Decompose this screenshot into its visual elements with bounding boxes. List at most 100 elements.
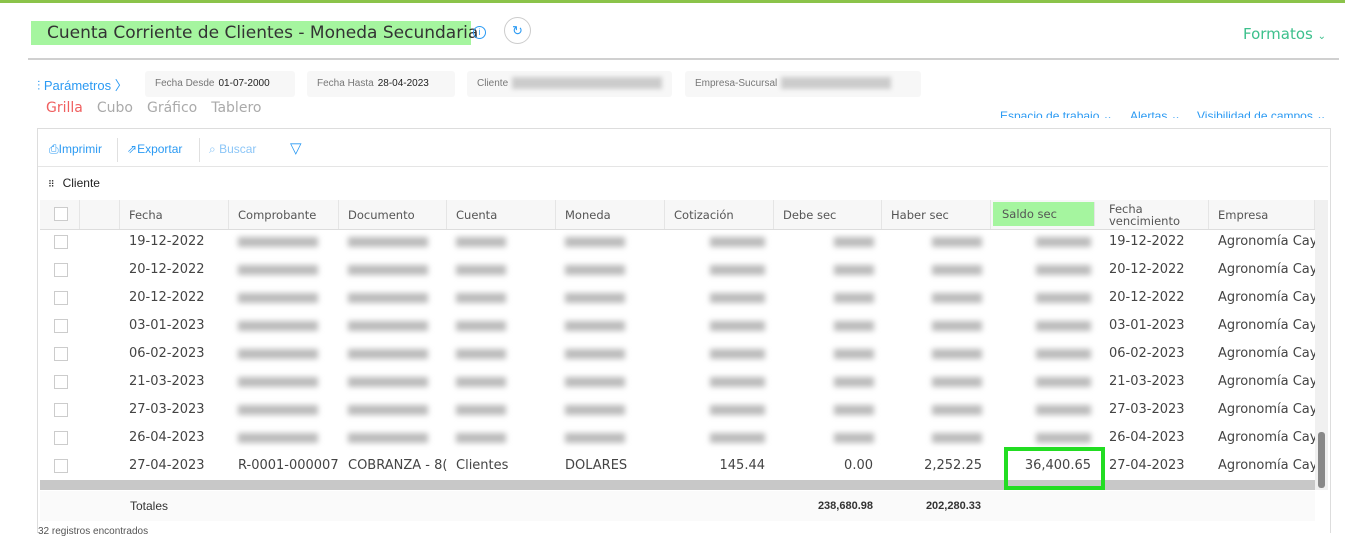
empresa-sucursal-field[interactable]: Empresa-Sucursal (685, 71, 921, 97)
redacted-cell (882, 228, 991, 256)
horizontal-scrollbar[interactable] (40, 480, 1315, 490)
col-cotizacion[interactable]: Cotización (665, 200, 774, 229)
row-checkbox[interactable] (54, 291, 68, 305)
filter-icon[interactable]: ▽ (290, 139, 302, 157)
tab-cubo[interactable]: Cubo (97, 100, 133, 116)
select-all[interactable] (40, 200, 80, 229)
buscar-button[interactable]: ⌕ Buscar (209, 142, 256, 157)
blurred-value (565, 292, 625, 303)
table-row[interactable]: 19-12-2022 19-12-2022 Agronomía Cay (40, 228, 1315, 256)
row-checkbox[interactable] (54, 347, 68, 361)
redacted-cell (774, 340, 883, 368)
tab-grilla[interactable]: Grilla (46, 100, 83, 116)
redacted-cell (993, 256, 1100, 284)
blurred-value (834, 292, 874, 303)
tab-grafico[interactable]: Gráfico (147, 100, 197, 116)
row-checkbox[interactable] (54, 235, 68, 249)
col-fecha-vencimiento[interactable]: Fecha vencimiento (1100, 200, 1209, 229)
blurred-value (1036, 292, 1091, 303)
table-row[interactable]: 06-02-2023 06-02-2023 Agronomía Cay (40, 340, 1315, 368)
cell-empresa: Agronomía Cay (1218, 430, 1315, 445)
chevron-down-icon: ⌄ (1317, 31, 1327, 42)
tab-tablero[interactable]: Tablero (211, 100, 261, 116)
col-cuenta[interactable]: Cuenta (447, 200, 556, 229)
redacted-cell (339, 424, 448, 452)
blurred-value (348, 376, 428, 387)
redacted-cell (229, 340, 338, 368)
group-by-cliente[interactable]: ⠿ Cliente (48, 176, 100, 190)
parametros-toggle[interactable]: ⫶ Parámetros 〉 (37, 75, 128, 94)
row-checkbox[interactable] (54, 431, 68, 445)
redacted-cell (665, 368, 774, 396)
col-documento[interactable]: Documento (339, 200, 447, 229)
blurred-value (565, 376, 625, 387)
table-row[interactable]: 20-12-2022 20-12-2022 Agronomía Cay (40, 256, 1315, 284)
blurred-value (238, 348, 318, 359)
table-row[interactable]: 27-04-2023 R-0001-000007 COBRANZA - 8(Clie… (40, 452, 1315, 480)
label: Alertas (1130, 109, 1168, 118)
col-moneda[interactable]: Moneda (556, 200, 665, 229)
cell-vencimiento: 27-03-2023 (1109, 402, 1185, 417)
col-debe-sec[interactable]: Debe sec (774, 200, 882, 229)
view-tabs: Grilla Cubo Gráfico Tablero (46, 100, 275, 116)
blurred-value (456, 264, 506, 275)
col-empresa[interactable]: Empresa (1209, 200, 1315, 229)
blurred-value (1036, 264, 1091, 275)
vertical-scrollbar[interactable] (1315, 200, 1328, 490)
espacio-trabajo-dropdown[interactable]: Espacio de trabajo ⌄ (1000, 108, 1113, 118)
col-comprobante[interactable]: Comprobante (229, 200, 339, 229)
search-icon: ⌕ (209, 142, 216, 156)
fecha-hasta-field[interactable]: Fecha Hasta 28-04-2023 (307, 71, 455, 97)
redacted-cell (556, 368, 665, 396)
visibilidad-campos-dropdown[interactable]: Visibilidad de campos ⌄ (1197, 108, 1326, 118)
blurred-value (710, 320, 765, 331)
blurred-value (238, 376, 318, 387)
row-checkbox[interactable] (54, 263, 68, 277)
highlight-box (1004, 447, 1105, 490)
table-row[interactable]: 21-03-2023 21-03-2023 Agronomía Cay (40, 368, 1315, 396)
refresh-button[interactable]: ↻ (504, 17, 531, 44)
blurred-value (710, 292, 765, 303)
redacted-cell (556, 340, 665, 368)
redacted-cell (229, 396, 338, 424)
cell-empresa: Agronomía Cay (1218, 318, 1315, 333)
alertas-dropdown[interactable]: Alertas ⌄ (1130, 108, 1181, 118)
total-debe: 238,680.98 (817, 500, 873, 512)
cliente-field[interactable]: Cliente (467, 71, 672, 97)
blurred-value (834, 432, 874, 443)
redacted-cell (774, 228, 883, 256)
col-saldo-sec[interactable]: Saldo sec (993, 202, 1095, 226)
blurred-value (932, 376, 982, 387)
checkbox[interactable] (54, 207, 68, 221)
row-checkbox[interactable] (54, 459, 68, 473)
blurred-value (238, 292, 318, 303)
blurred-value (238, 320, 318, 331)
cell-fecha: 27-04-2023 (129, 458, 205, 473)
info-icon[interactable]: i (473, 26, 486, 39)
redacted-cell (665, 340, 774, 368)
imprimir-button[interactable]: ⎙Imprimir (49, 142, 102, 157)
table-row[interactable]: 03-01-2023 03-01-2023 Agronomía Cay (40, 312, 1315, 340)
row-checkbox[interactable] (54, 375, 68, 389)
cell-debe: 0.00 (844, 458, 873, 473)
col-haber-sec[interactable]: Haber sec (882, 200, 991, 229)
cell-empresa: Agronomía Cay (1218, 262, 1315, 277)
cell-fecha: 20-12-2022 (129, 262, 205, 277)
blurred-value (565, 236, 625, 247)
cell-cuenta: Clientes (456, 458, 509, 473)
blurred-value (348, 320, 428, 331)
fecha-desde-field[interactable]: Fecha Desde 01-07-2000 (145, 71, 295, 97)
row-checkbox[interactable] (54, 319, 68, 333)
table-row[interactable]: 27-03-2023 27-03-2023 Agronomía Cay (40, 396, 1315, 424)
blurred-value (834, 236, 874, 247)
row-checkbox[interactable] (54, 403, 68, 417)
scrollbar-thumb[interactable] (1318, 432, 1325, 488)
exportar-button[interactable]: ⇗Exportar (127, 142, 182, 156)
table-row[interactable]: 26-04-2023 26-04-2023 Agronomía Cay (40, 424, 1315, 452)
label: Fecha Desde (155, 78, 215, 89)
col-fecha[interactable]: Fecha (120, 200, 229, 229)
formatos-dropdown[interactable]: Formatos ⌄ (1243, 25, 1326, 43)
table-row[interactable]: 20-12-2022 20-12-2022 Agronomía Cay (40, 284, 1315, 312)
blurred-value (565, 264, 625, 275)
redacted-cell (556, 424, 665, 452)
